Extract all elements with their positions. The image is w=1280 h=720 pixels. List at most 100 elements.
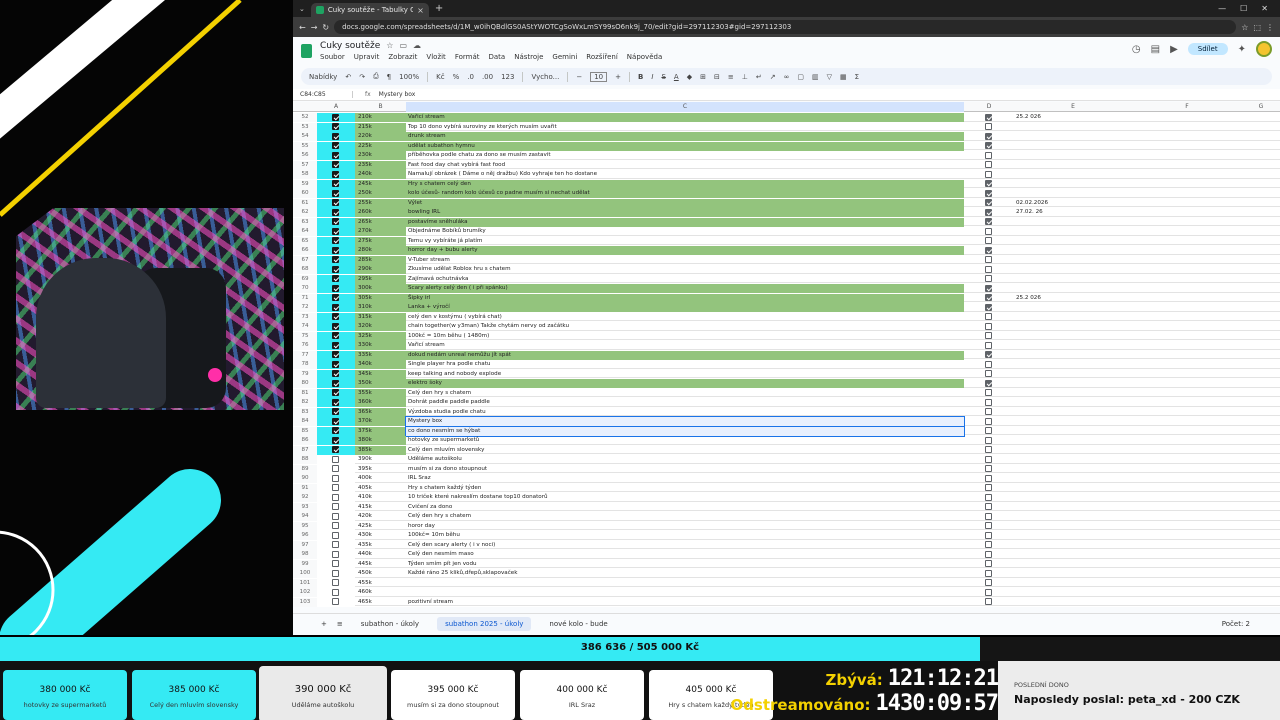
table-row[interactable]: 71 305k Šipky irl 25.2 026	[293, 293, 1280, 303]
checkbox[interactable]	[332, 370, 339, 377]
checkbox[interactable]	[332, 560, 339, 567]
checkbox[interactable]	[332, 360, 339, 368]
table-row[interactable]: 101 455k	[293, 578, 1280, 588]
checkbox[interactable]	[332, 579, 339, 586]
table-row[interactable]: 83 365k Výzdoba studia podle chatu	[293, 407, 1280, 417]
checkbox[interactable]	[332, 484, 339, 491]
checkbox[interactable]	[332, 170, 339, 178]
table-row[interactable]: 56 230k příběhovka podle chatu za dono se …	[293, 150, 1280, 160]
table-row[interactable]: 97 435k Celý den scary alerty ( i v noci)	[293, 540, 1280, 550]
table-row[interactable]: 66 280k horror day + bubu alerty	[293, 245, 1280, 255]
undo-icon[interactable]: ↶	[345, 73, 351, 81]
checkbox[interactable]	[332, 199, 339, 206]
font-size-plus-icon[interactable]: +	[615, 73, 621, 81]
table-row[interactable]: 88 390k Udělámе autoškolu	[293, 454, 1280, 464]
checkbox[interactable]	[985, 275, 992, 282]
checkbox[interactable]	[985, 246, 992, 254]
checkbox[interactable]	[332, 218, 339, 225]
checkbox[interactable]	[985, 227, 992, 235]
history-icon[interactable]: ◷	[1132, 44, 1141, 55]
sheet-tab-1[interactable]: subathon - úkoly	[353, 617, 427, 631]
checkbox[interactable]	[985, 218, 992, 225]
checkbox[interactable]	[985, 550, 992, 558]
checkbox[interactable]	[985, 398, 992, 406]
sheet-tab-3[interactable]: nové kolo - bude	[541, 617, 615, 631]
table-row[interactable]: 81 355k Celý den hry s chatem	[293, 388, 1280, 398]
checkbox[interactable]	[332, 189, 339, 197]
checkbox[interactable]	[985, 256, 992, 263]
checkbox[interactable]	[332, 455, 339, 463]
table-row[interactable]: 67 285k V-Tuber stream	[293, 255, 1280, 265]
checkbox[interactable]	[332, 379, 339, 387]
table-row[interactable]: 70 300k Scary alerty celý den ( i při spán…	[293, 283, 1280, 293]
checkbox[interactable]	[985, 123, 992, 130]
wrap-icon[interactable]: ↵	[756, 73, 762, 81]
address-bar[interactable]: docs.google.com/spreadsheets/d/1M_w0ihQB…	[334, 20, 1237, 34]
column-header-f[interactable]: F	[1132, 103, 1242, 110]
menu-format[interactable]: Formát	[455, 53, 480, 61]
gemini-icon[interactable]: ✦	[1238, 44, 1246, 55]
table-row[interactable]: 74 320k chain together(w y3man) Takže chyt…	[293, 321, 1280, 331]
table-row[interactable]: 63 265k postavíme sněhuláka	[293, 217, 1280, 227]
doc-title[interactable]: Cuky soutěže	[320, 41, 380, 51]
table-row[interactable]: 102 460k	[293, 587, 1280, 597]
checkbox[interactable]	[985, 180, 992, 187]
functions-icon[interactable]: Σ	[855, 73, 859, 81]
checkbox[interactable]	[332, 503, 339, 510]
new-tab-icon[interactable]: +	[435, 3, 443, 14]
checkbox[interactable]	[332, 284, 339, 292]
checkbox[interactable]	[985, 113, 992, 121]
checkbox[interactable]	[332, 161, 339, 168]
checkbox[interactable]	[985, 484, 992, 491]
table-row[interactable]: 53 215k Top 10 dono vybírá suroviny ze kte…	[293, 122, 1280, 132]
checkbox[interactable]	[985, 265, 992, 273]
zoom-select[interactable]: 100%	[399, 73, 419, 81]
table-row[interactable]: 78 340k Single player hra podle chatu	[293, 359, 1280, 369]
checkbox[interactable]	[985, 522, 992, 529]
checkbox[interactable]	[332, 113, 339, 121]
meet-icon[interactable]: ▶	[1170, 44, 1178, 55]
table-row[interactable]: 82 360k Dohrát paddle paddle paddle	[293, 397, 1280, 407]
table-row[interactable]: 80 350k elektro šoky	[293, 378, 1280, 388]
table-row[interactable]: 76 330k Vařicí stream	[293, 340, 1280, 350]
checkbox[interactable]	[985, 474, 992, 482]
comments-icon[interactable]: ▤	[1151, 44, 1160, 55]
checkbox[interactable]	[332, 180, 339, 187]
table-row[interactable]: 92 410k 10 triček které nakreslím dostane …	[293, 492, 1280, 502]
table-row[interactable]: 91 405k Hry s chatem každý týden	[293, 483, 1280, 493]
decrease-decimal[interactable]: .0	[467, 73, 474, 81]
checkbox[interactable]	[332, 313, 339, 320]
checkbox[interactable]	[985, 151, 992, 159]
checkbox[interactable]	[985, 503, 992, 510]
checkbox[interactable]	[985, 332, 992, 339]
name-box[interactable]: C84:C85	[293, 91, 353, 98]
table-row[interactable]: 57 235k Fast food day chat vybírá fast foo…	[293, 160, 1280, 170]
valign-icon[interactable]: ⊥	[742, 73, 748, 81]
font-select[interactable]: Vycho...	[531, 73, 559, 81]
reload-icon[interactable]: ↻	[322, 23, 329, 32]
filter-icon[interactable]: ▽	[827, 73, 832, 81]
checkbox[interactable]	[985, 417, 992, 425]
checkbox[interactable]	[332, 341, 339, 349]
bookmark-star-icon[interactable]: ☆	[1241, 23, 1248, 32]
checkbox[interactable]	[985, 142, 992, 149]
checkbox[interactable]	[985, 313, 992, 320]
checkbox[interactable]	[985, 541, 992, 548]
checkbox[interactable]	[332, 408, 339, 415]
column-header-a[interactable]: A	[317, 103, 355, 110]
checkbox[interactable]	[332, 294, 339, 301]
menu-gemini[interactable]: Gemini	[552, 53, 577, 61]
currency-format[interactable]: Kč	[436, 73, 444, 81]
checkbox[interactable]	[332, 123, 339, 130]
checkbox[interactable]	[985, 560, 992, 567]
table-row[interactable]: 69 295k Zajímavá ochutnávka	[293, 274, 1280, 284]
checkbox[interactable]	[985, 588, 992, 596]
all-sheets-icon[interactable]: ≡	[337, 620, 343, 628]
table-row[interactable]: 94 420k Celý den hry s chatem	[293, 511, 1280, 521]
sheet-tab-2[interactable]: subathon 2025 - úkoly	[437, 616, 532, 631]
font-size-minus-icon[interactable]: −	[576, 73, 582, 81]
checkbox[interactable]	[985, 237, 992, 244]
checkbox[interactable]	[332, 332, 339, 339]
table-row[interactable]: 73 315k celý den v kostýmu ( vybírá chat)	[293, 312, 1280, 322]
number-format[interactable]: 123	[501, 73, 514, 81]
